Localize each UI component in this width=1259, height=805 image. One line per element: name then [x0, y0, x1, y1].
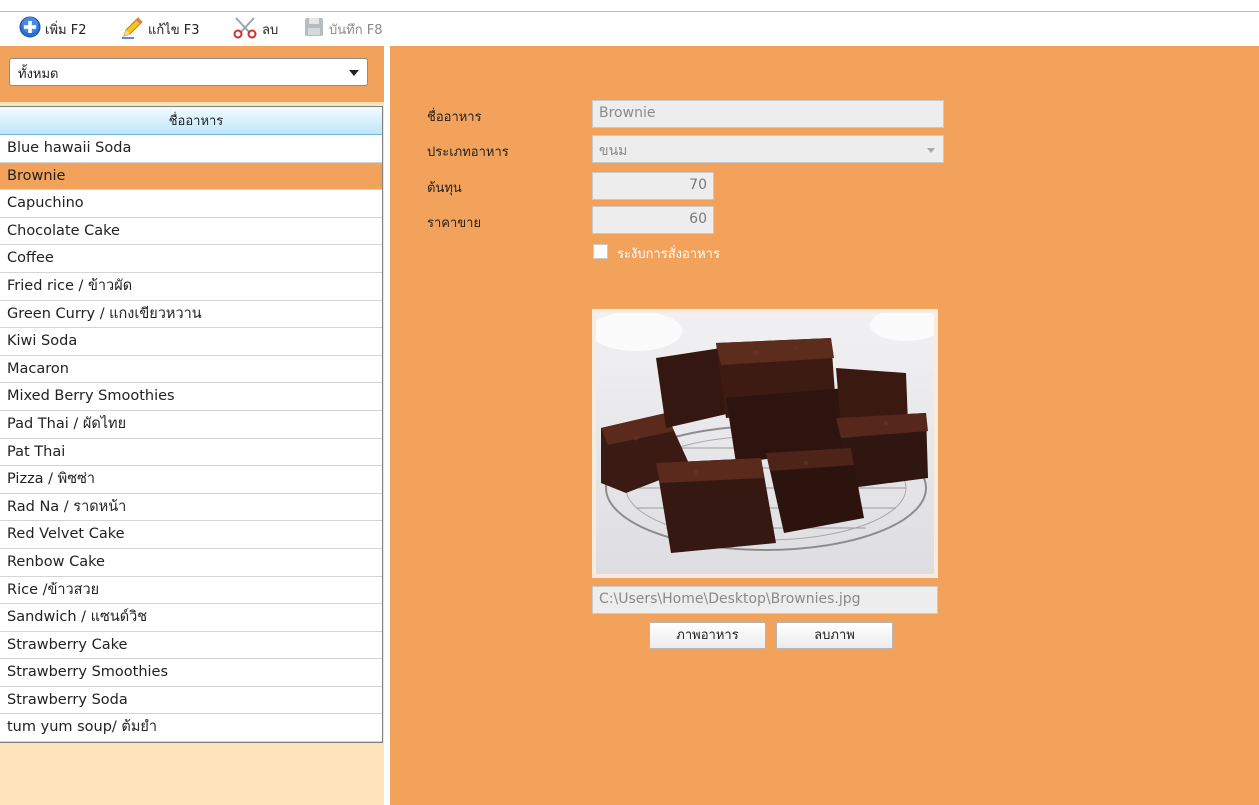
floppy-disk-icon	[303, 16, 325, 42]
filter-area: ทั้งหมด	[0, 46, 384, 102]
food-list-item[interactable]: Kiwi Soda	[0, 328, 382, 356]
food-type-label: ประเภทอาหาร	[427, 145, 509, 160]
delete-image-button[interactable]: ลบภาพ	[776, 622, 893, 649]
cost-label: ต้นทุน	[427, 181, 462, 196]
price-value: 60	[689, 211, 707, 227]
food-list-item[interactable]: Strawberry Soda	[0, 686, 382, 715]
food-name-value: Brownie	[599, 105, 656, 121]
food-list-item[interactable]: Coffee	[0, 245, 382, 273]
pencil-icon	[120, 15, 144, 43]
add-button[interactable]: เพิ่ม F2	[19, 16, 87, 42]
edit-button[interactable]: แก้ไข F3	[120, 17, 200, 41]
food-type-value: ขนม	[599, 143, 628, 159]
food-list-header[interactable]: ชื่ออาหาร	[0, 107, 382, 135]
brownie-photo-image	[596, 313, 934, 574]
edit-label: แก้ไข F3	[148, 22, 200, 38]
food-list-item[interactable]: Red Velvet Cake	[0, 521, 382, 549]
food-list-item[interactable]: Rice /ข้าวสวย	[0, 576, 382, 605]
save-button[interactable]: บันทึก F8	[303, 17, 382, 41]
chevron-down-icon	[349, 70, 359, 76]
food-list-item[interactable]: Capuchino	[0, 190, 382, 218]
food-list-item[interactable]: Chocolate Cake	[0, 217, 382, 246]
food-list: ชื่ออาหาร Blue hawaii Soda Brownie Capuchi…	[0, 106, 383, 744]
food-photo	[592, 309, 938, 578]
category-filter-select[interactable]: ทั้งหมด	[9, 58, 368, 86]
price-label: ราคาขาย	[427, 216, 482, 231]
delete-button[interactable]: ลบ	[232, 17, 278, 41]
food-list-item[interactable]: Sandwich / แซนด์วิช	[0, 604, 382, 632]
food-name-field[interactable]: Brownie	[592, 100, 944, 128]
food-list-item[interactable]: Strawberry Cake	[0, 631, 382, 660]
add-label: เพิ่ม F2	[45, 22, 87, 38]
food-list-item[interactable]: Pad Thai / ผัดไทย	[0, 410, 382, 439]
food-list-item[interactable]: tum yum soup/ ต้มยำ	[0, 714, 382, 743]
suspend-order-label[interactable]: ระงับการสั่งอาหาร	[617, 243, 720, 264]
food-list-item[interactable]: Brownie	[0, 162, 382, 191]
food-list-item[interactable]: Rad Na / ราดหน้า	[0, 493, 382, 522]
add-circle-icon	[19, 16, 41, 42]
toolbar: เพิ่ม F2 แก้ไข F3 ลบ บันทึก F8	[0, 12, 1259, 46]
food-list-item[interactable]: Pat Thai	[0, 438, 382, 467]
food-list-item[interactable]: Mixed Berry Smoothies	[0, 383, 382, 411]
food-name-label: ชื่ออาหาร	[427, 110, 482, 125]
food-list-item[interactable]: Fried rice / ข้าวผัด	[0, 272, 382, 301]
food-detail-panel: ชื่ออาหาร Brownie ประเภทอาหาร ขนม ต้นทุน…	[390, 46, 1259, 805]
cost-value: 70	[689, 177, 707, 193]
food-list-item[interactable]: Macaron	[0, 355, 382, 384]
cost-field[interactable]: 70	[592, 172, 714, 200]
food-list-item[interactable]: Blue hawaii Soda	[0, 135, 382, 163]
scissors-icon	[232, 15, 258, 43]
food-list-panel: ทั้งหมด ชื่ออาหาร Blue hawaii Soda Browni…	[0, 46, 384, 805]
save-label: บันทึก F8	[329, 22, 383, 38]
suspend-order-checkbox[interactable]	[593, 244, 608, 259]
food-list-item[interactable]: Renbow Cake	[0, 548, 382, 577]
food-type-select[interactable]: ขนม	[592, 135, 944, 163]
category-filter-value: ทั้งหมด	[18, 67, 59, 82]
food-list-item[interactable]: Green Curry / แกงเขียวหวาน	[0, 300, 382, 329]
choose-image-button[interactable]: ภาพอาหาร	[649, 622, 766, 649]
delete-label: ลบ	[262, 22, 279, 38]
image-path-value: C:\Users\Home\Desktop\Brownies.jpg	[599, 591, 861, 607]
food-list-item[interactable]: Pizza / พิซซ่า	[0, 466, 382, 494]
chevron-down-icon	[927, 148, 935, 153]
price-field[interactable]: 60	[592, 206, 714, 234]
food-list-item[interactable]: Strawberry Smoothies	[0, 659, 382, 687]
image-path-field[interactable]: C:\Users\Home\Desktop\Brownies.jpg	[592, 586, 938, 614]
